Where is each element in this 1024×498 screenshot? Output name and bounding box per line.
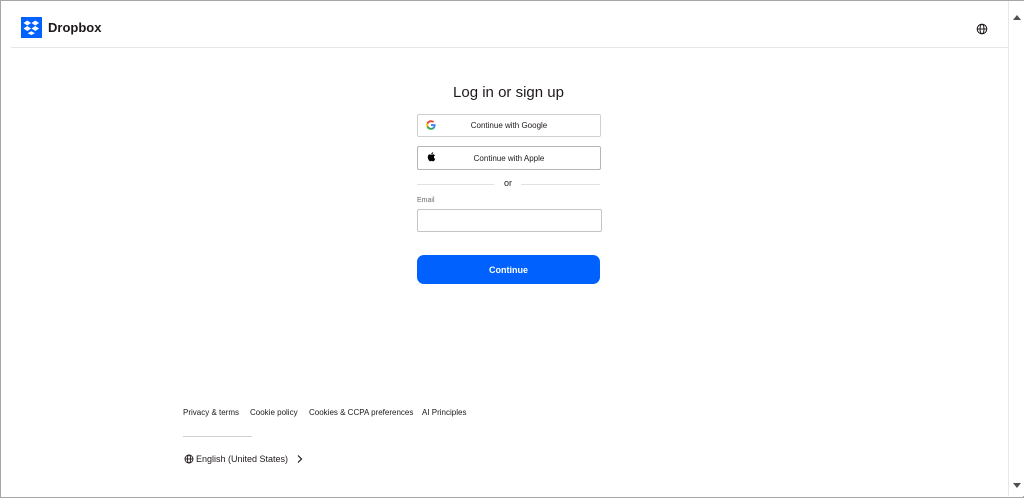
apple-icon: [425, 151, 437, 163]
or-separator: or: [503, 178, 512, 188]
divider-right: [521, 184, 600, 185]
apple-button-label: Continue with Apple: [473, 153, 545, 163]
vertical-scrollbar[interactable]: [1008, 1, 1024, 496]
continue-button[interactable]: Continue: [417, 255, 600, 284]
footer-link-cookie-policy[interactable]: Cookie policy: [250, 408, 298, 417]
email-field[interactable]: [417, 209, 602, 232]
chevron-right-icon: [296, 454, 304, 464]
dropbox-logo[interactable]: Dropbox: [21, 17, 101, 38]
language-label: English (United States): [196, 454, 289, 464]
globe-icon[interactable]: [976, 22, 988, 35]
footer-link-privacy-terms[interactable]: Privacy & terms: [183, 408, 239, 417]
dropbox-logo-icon: [21, 17, 42, 38]
scroll-down-arrow-icon[interactable]: [1013, 483, 1021, 488]
continue-with-google-button[interactable]: Continue with Google: [417, 114, 601, 137]
top-header: Dropbox: [11, 1, 1008, 48]
google-icon: [425, 119, 437, 131]
brand-name: Dropbox: [48, 20, 102, 35]
footer-link-cookies-ccpa[interactable]: Cookies & CCPA preferences: [309, 408, 413, 417]
footer-divider: [183, 436, 252, 437]
google-button-label: Continue with Google: [470, 121, 548, 130]
email-label: Email: [417, 197, 435, 204]
browser-viewport: [0, 0, 1024, 498]
page-title: Log in or sign up: [453, 84, 564, 101]
language-selector[interactable]: English (United States): [184, 454, 304, 464]
scroll-up-arrow-icon[interactable]: [1013, 15, 1021, 20]
continue-with-apple-button[interactable]: Continue with Apple: [417, 146, 601, 170]
globe-icon: [184, 454, 194, 464]
footer-link-ai-principles[interactable]: AI Principles: [422, 408, 466, 417]
divider-left: [417, 184, 494, 185]
